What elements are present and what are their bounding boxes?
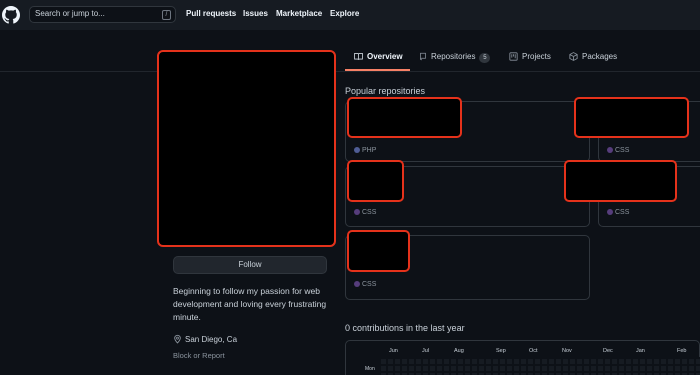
github-logo-icon[interactable] bbox=[2, 6, 20, 24]
book-icon bbox=[354, 52, 363, 60]
language-color-dot bbox=[354, 281, 360, 287]
project-icon bbox=[509, 52, 518, 61]
repo-language-label: CSS bbox=[615, 209, 630, 216]
tab-overview-label: Overview bbox=[367, 52, 403, 61]
tab-repositories-label: Repositories bbox=[431, 52, 476, 61]
tab-repositories[interactable]: Repositories 5 bbox=[419, 52, 491, 63]
tab-overview[interactable]: Overview bbox=[354, 52, 403, 61]
profile-location: San Diego, Ca bbox=[173, 334, 237, 344]
day-label-mon: Mon bbox=[365, 366, 375, 372]
block-or-report-link[interactable]: Block or Report bbox=[173, 351, 225, 360]
nav-issues[interactable]: Issues bbox=[243, 9, 268, 18]
language-color-dot bbox=[354, 147, 360, 153]
nav-explore[interactable]: Explore bbox=[330, 9, 359, 18]
popular-repositories-title: Popular repositories bbox=[345, 86, 426, 96]
nav-marketplace[interactable]: Marketplace bbox=[276, 9, 322, 18]
repo-language: PHP bbox=[354, 147, 376, 154]
repo-language: CSS bbox=[607, 147, 629, 154]
location-pin-icon bbox=[174, 334, 181, 344]
month-label: Aug bbox=[454, 348, 464, 354]
contribution-cells bbox=[379, 357, 700, 375]
month-label: Oct bbox=[529, 348, 538, 354]
tab-packages-label: Packages bbox=[582, 52, 618, 61]
repo-name-redacted bbox=[564, 160, 677, 202]
search-placeholder: Search or jump to... bbox=[35, 9, 105, 18]
repo-name-redacted bbox=[347, 160, 404, 202]
location-text: San Diego, Ca bbox=[185, 335, 238, 344]
repo-language: CSS bbox=[607, 209, 629, 216]
top-navbar: Search or jump to... / Pull requests Iss… bbox=[0, 0, 700, 30]
repo-name-redacted bbox=[347, 97, 462, 138]
repo-language-label: CSS bbox=[362, 281, 377, 288]
month-label: Jun bbox=[389, 348, 398, 354]
language-color-dot bbox=[607, 209, 613, 215]
repo-name-redacted bbox=[574, 97, 689, 138]
month-label: Nov bbox=[562, 348, 572, 354]
language-color-dot bbox=[607, 147, 613, 153]
repo-language-label: CSS bbox=[362, 209, 377, 216]
month-label: Jul bbox=[422, 348, 430, 354]
tabs-divider bbox=[0, 71, 700, 72]
profile-bio: Beginning to follow my passion for web d… bbox=[173, 286, 327, 322]
language-color-dot bbox=[354, 209, 360, 215]
month-label: Dec bbox=[603, 348, 613, 354]
repo-language-label: PHP bbox=[362, 147, 377, 154]
package-icon bbox=[569, 52, 578, 61]
repo-name-redacted bbox=[347, 230, 410, 272]
nav-pull-requests[interactable]: Pull requests bbox=[186, 9, 236, 18]
repo-icon bbox=[420, 52, 426, 61]
repo-language: CSS bbox=[354, 209, 376, 216]
active-tab-indicator bbox=[345, 69, 410, 71]
month-label: Sep bbox=[496, 348, 506, 354]
follow-button[interactable]: Follow bbox=[173, 256, 327, 274]
repo-language-label: CSS bbox=[615, 147, 630, 154]
tab-packages[interactable]: Packages bbox=[569, 52, 617, 61]
tab-projects-label: Projects bbox=[522, 52, 551, 61]
search-input[interactable]: Search or jump to... / bbox=[29, 6, 176, 23]
tab-projects[interactable]: Projects bbox=[509, 52, 551, 61]
repo-language: CSS bbox=[354, 281, 376, 288]
avatar-redacted bbox=[157, 50, 336, 247]
slash-shortcut-key: / bbox=[162, 10, 171, 20]
month-label: Feb bbox=[677, 348, 687, 354]
contributions-title: 0 contributions in the last year bbox=[345, 323, 465, 333]
repositories-count-badge: 5 bbox=[479, 53, 491, 63]
month-label: Jan bbox=[636, 348, 645, 354]
